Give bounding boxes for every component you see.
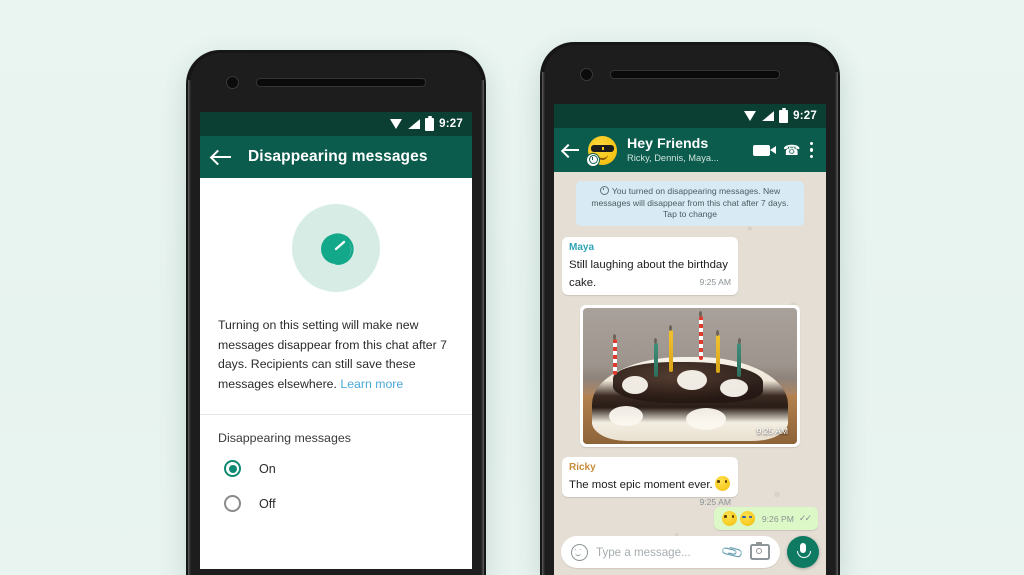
voice-call-icon[interactable]: ☎ <box>783 143 800 157</box>
radio-option-on[interactable]: On <box>200 451 472 486</box>
timer-icon <box>292 204 380 292</box>
camera-icon[interactable] <box>750 542 770 560</box>
settings-body: Turning on this setting will make new me… <box>200 178 472 569</box>
system-notice-text: You turned on disappearing messages. New… <box>591 186 789 220</box>
radio-button-on-icon[interactable] <box>224 460 241 477</box>
emoji-laughing-icon <box>739 510 755 526</box>
candle-green <box>737 338 742 378</box>
chat-wallpaper: You turned on disappearing messages. New… <box>554 172 826 575</box>
candle-red <box>698 310 703 360</box>
message-bubble-incoming[interactable]: Ricky The most epic moment ever. 9:25 AM <box>562 456 738 507</box>
radio-option-off[interactable]: Off <box>200 486 472 521</box>
read-receipt-icon: ✓✓ <box>798 512 812 523</box>
message-time: 9:26 PM <box>761 514 794 525</box>
sunglasses-icon <box>591 144 614 152</box>
signal-icon <box>408 119 421 129</box>
right-bezel-highlight <box>481 80 484 575</box>
section-label: Disappearing messages <box>218 431 351 445</box>
wifi-icon <box>390 119 403 129</box>
left-phone-screen: 9:27 Disappearing messages Turning on th… <box>200 112 472 569</box>
paperclip-icon[interactable]: 📎 <box>720 539 745 565</box>
message-sender: Ricky <box>569 461 596 473</box>
back-arrow-icon[interactable] <box>212 149 232 165</box>
battery-icon <box>425 115 435 131</box>
left-status-bar: 9:27 <box>200 112 472 136</box>
status-time: 9:27 <box>439 118 463 130</box>
message-bubble-outgoing[interactable]: 9:26 PM ✓✓ <box>713 506 818 530</box>
microphone-button[interactable] <box>787 536 819 568</box>
candle-red <box>612 334 617 376</box>
right-phone-device: 9:27 Hey Friends Ricky, Dennis, Maya... … <box>540 42 840 575</box>
page-background: 9:27 Disappearing messages Turning on th… <box>0 0 1024 575</box>
chat-subtitle: Ricky, Dennis, Maya... <box>627 153 719 163</box>
chat-title-block[interactable]: Hey Friends Ricky, Dennis, Maya... <box>625 136 745 164</box>
signal-icon <box>762 111 775 121</box>
right-phone-bezel <box>540 42 840 104</box>
left-bezel-highlight <box>542 72 545 575</box>
emoji-laughing-icon <box>714 475 730 491</box>
hero-illustration <box>200 178 472 312</box>
image-time: 9:25 AM <box>756 425 788 436</box>
cake-cream <box>719 378 748 397</box>
back-arrow-icon[interactable] <box>563 143 580 158</box>
radio-button-off-icon[interactable] <box>224 495 241 512</box>
emoji-roll-eyes-icon <box>721 510 737 526</box>
video-call-icon[interactable] <box>753 144 776 156</box>
candle-yellow <box>668 324 673 372</box>
right-phone-screen: 9:27 Hey Friends Ricky, Dennis, Maya... … <box>554 104 826 575</box>
avatar[interactable] <box>586 135 617 167</box>
chat-app-bar: Hey Friends Ricky, Dennis, Maya... ☎ <box>554 128 826 172</box>
candle-yellow <box>715 329 720 373</box>
right-status-bar: 9:27 <box>554 104 826 128</box>
learn-more-link[interactable]: Learn more <box>340 377 403 391</box>
message-time: 9:25 AM <box>699 496 731 507</box>
left-phone-bezel <box>186 50 486 112</box>
settings-app-bar: Disappearing messages <box>200 136 472 178</box>
left-phone-device: 9:27 Disappearing messages Turning on th… <box>186 50 486 575</box>
timer-badge-icon <box>586 152 600 167</box>
timer-icon <box>599 186 609 195</box>
message-input-field[interactable]: Type a message... 📎 <box>561 536 780 568</box>
message-input-placeholder: Type a message... <box>596 545 691 559</box>
status-time: 9:27 <box>793 110 817 122</box>
front-camera-icon <box>226 76 239 89</box>
message-time: 9:25 AM <box>699 276 731 287</box>
message-sender: Maya <box>569 241 595 253</box>
battery-icon <box>779 107 789 123</box>
page-title: Disappearing messages <box>248 148 428 165</box>
chat-title: Hey Friends <box>627 136 709 152</box>
chat-actions: ☎ <box>753 142 817 158</box>
description-text: Turning on this setting will make new me… <box>218 318 447 391</box>
overflow-menu-icon[interactable] <box>810 142 814 158</box>
message-bubble-incoming[interactable]: Maya Still laughing about the birthday c… <box>562 236 738 295</box>
message-list: You turned on disappearing messages. New… <box>554 172 826 575</box>
settings-description: Turning on this setting will make new me… <box>200 312 472 394</box>
cake-cream <box>621 375 648 394</box>
message-text: The most epic moment ever. <box>569 478 713 491</box>
earpiece-speaker <box>256 78 426 87</box>
front-camera-icon <box>580 68 593 81</box>
cake-cream <box>608 405 643 426</box>
right-bezel-highlight <box>835 72 838 575</box>
radio-option-off-label: Off <box>259 496 276 511</box>
candle-green <box>653 338 658 378</box>
smiley-icon[interactable] <box>571 543 588 561</box>
left-bezel-highlight <box>188 80 191 575</box>
message-input-bar: Type a message... 📎 <box>554 530 826 575</box>
birthday-cake-photo: 9:25 AM <box>583 307 797 444</box>
wifi-icon <box>744 111 757 121</box>
earpiece-speaker <box>610 70 780 79</box>
system-notice[interactable]: You turned on disappearing messages. New… <box>576 181 804 226</box>
radio-option-on-label: On <box>259 461 276 476</box>
message-bubble-image[interactable]: 9:25 AM <box>580 304 800 447</box>
